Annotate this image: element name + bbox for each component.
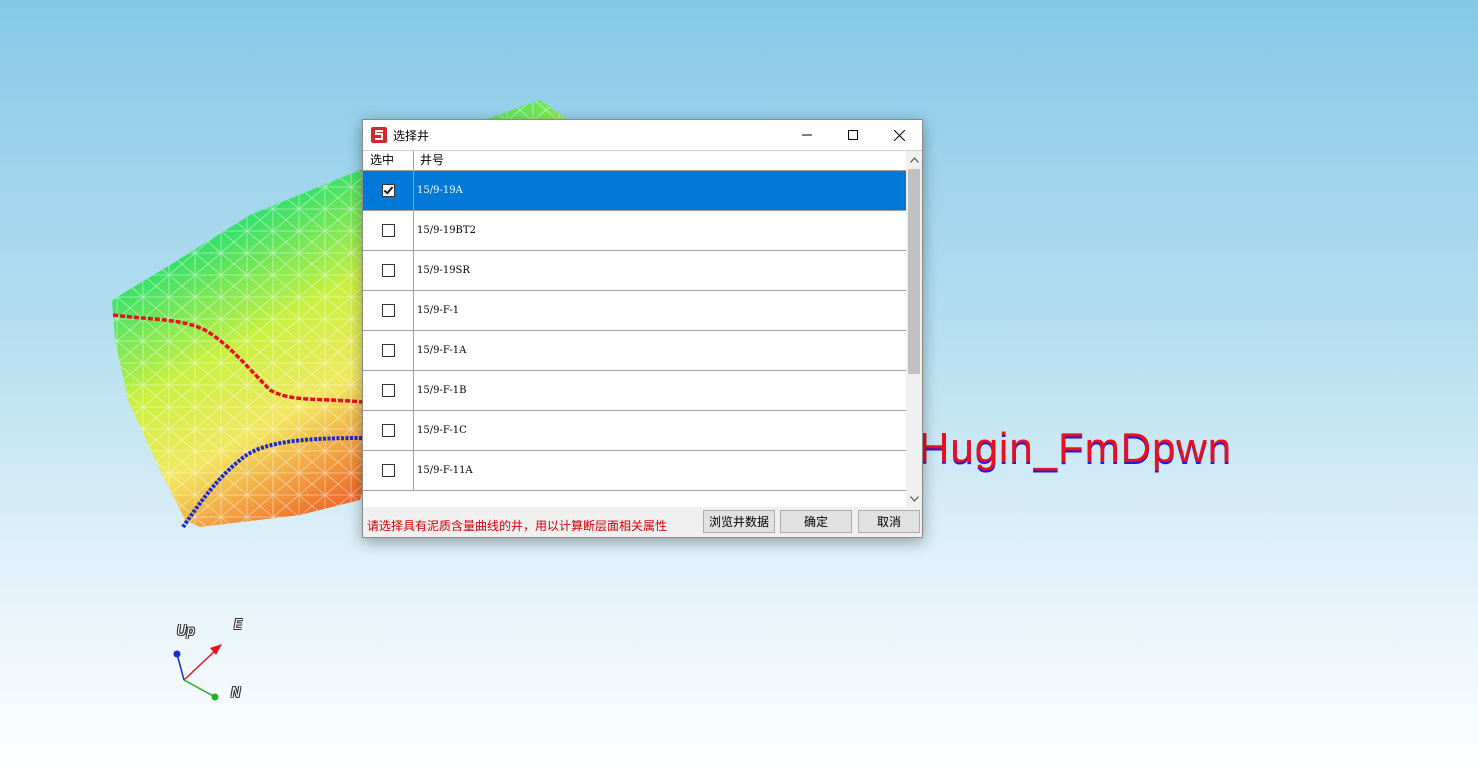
select-checkbox[interactable] — [381, 224, 395, 237]
select-cell — [363, 291, 414, 330]
select-checkbox[interactable] — [381, 344, 395, 357]
chevron-down-icon — [909, 495, 919, 502]
hint-text: 请选择具有泥质含量曲线的井，用以计算断层面相关属性 — [367, 519, 668, 533]
select-cell — [363, 371, 414, 410]
select-cell — [363, 251, 414, 290]
well-name-cell[interactable]: 15/9-F-1A — [414, 331, 906, 370]
column-header-selected[interactable]: 选中 — [363, 151, 414, 170]
select-cell — [363, 171, 414, 210]
table-row[interactable]: 15/9-19A — [363, 171, 906, 211]
vertical-scrollbar[interactable] — [906, 151, 922, 507]
select-well-dialog: 选择井 选中 井号 15/9-19A 15/9-19BT2 15/9-19SR 15/… — [362, 119, 923, 538]
table-row[interactable]: 15/9-F-1B — [363, 371, 906, 411]
well-name-cell[interactable]: 15/9-19A — [414, 171, 906, 210]
maximize-icon — [848, 130, 858, 140]
chevron-up-icon — [909, 156, 919, 163]
minimize-icon — [802, 134, 812, 136]
select-cell — [363, 451, 414, 490]
scroll-thumb[interactable] — [908, 169, 920, 374]
select-cell — [363, 411, 414, 450]
maximize-button[interactable] — [830, 120, 876, 150]
browse-well-data-button[interactable]: 浏览井数据 — [703, 510, 775, 533]
dialog-footer: 请选择具有泥质含量曲线的井，用以计算断层面相关属性 浏览井数据 确定 取消 — [363, 506, 922, 538]
select-checkbox[interactable] — [381, 424, 395, 437]
table-row[interactable]: 15/9-F-1C — [363, 411, 906, 451]
table-row[interactable]: 15/9-F-1 — [363, 291, 906, 331]
table-row[interactable]: 15/9-F-11A — [363, 451, 906, 491]
well-name-cell[interactable]: 15/9-19BT2 — [414, 211, 906, 250]
well-name-cell[interactable]: 15/9-F-1 — [414, 291, 906, 330]
close-button[interactable] — [876, 120, 922, 150]
well-name-cell[interactable]: 15/9-F-1B — [414, 371, 906, 410]
select-checkbox[interactable] — [381, 184, 395, 197]
select-cell — [363, 331, 414, 370]
table-header: 选中 井号 — [363, 151, 906, 171]
well-name-cell[interactable]: 15/9-F-11A — [414, 451, 906, 490]
dialog-title: 选择井 — [393, 128, 430, 143]
select-checkbox[interactable] — [381, 464, 395, 477]
ok-button[interactable]: 确定 — [780, 510, 852, 533]
table-row[interactable]: 15/9-19SR — [363, 251, 906, 291]
well-name-cell[interactable]: 15/9-19SR — [414, 251, 906, 290]
well-name-cell[interactable]: 15/9-F-1C — [414, 411, 906, 450]
scroll-up-button[interactable] — [906, 151, 922, 168]
minimize-button[interactable] — [784, 120, 830, 150]
table-body: 15/9-19A 15/9-19BT2 15/9-19SR 15/9-F-1 15/9-… — [363, 171, 906, 491]
table-row[interactable]: 15/9-F-1A — [363, 331, 906, 371]
select-checkbox[interactable] — [381, 264, 395, 277]
select-cell — [363, 211, 414, 250]
well-table: 选中 井号 15/9-19A 15/9-19BT2 15/9-19SR 15/9-F-… — [363, 150, 922, 507]
close-icon — [893, 129, 905, 141]
app-logo-icon — [371, 127, 387, 143]
cancel-button[interactable]: 取消 — [858, 510, 920, 533]
orientation-axes — [173, 644, 222, 701]
axis-east-label: E — [234, 618, 243, 633]
select-checkbox[interactable] — [381, 304, 395, 317]
horizon-label-red: Hugin_FmDpwn — [919, 424, 1233, 471]
axis-up-label: Up — [177, 624, 195, 639]
select-checkbox[interactable] — [381, 384, 395, 397]
dialog-titlebar[interactable]: 选择井 — [363, 120, 922, 150]
axis-north-label: N — [231, 686, 241, 701]
table-row[interactable]: 15/9-19BT2 — [363, 211, 906, 251]
scroll-down-button[interactable] — [906, 490, 922, 507]
column-header-well-name[interactable]: 井号 — [414, 151, 906, 170]
